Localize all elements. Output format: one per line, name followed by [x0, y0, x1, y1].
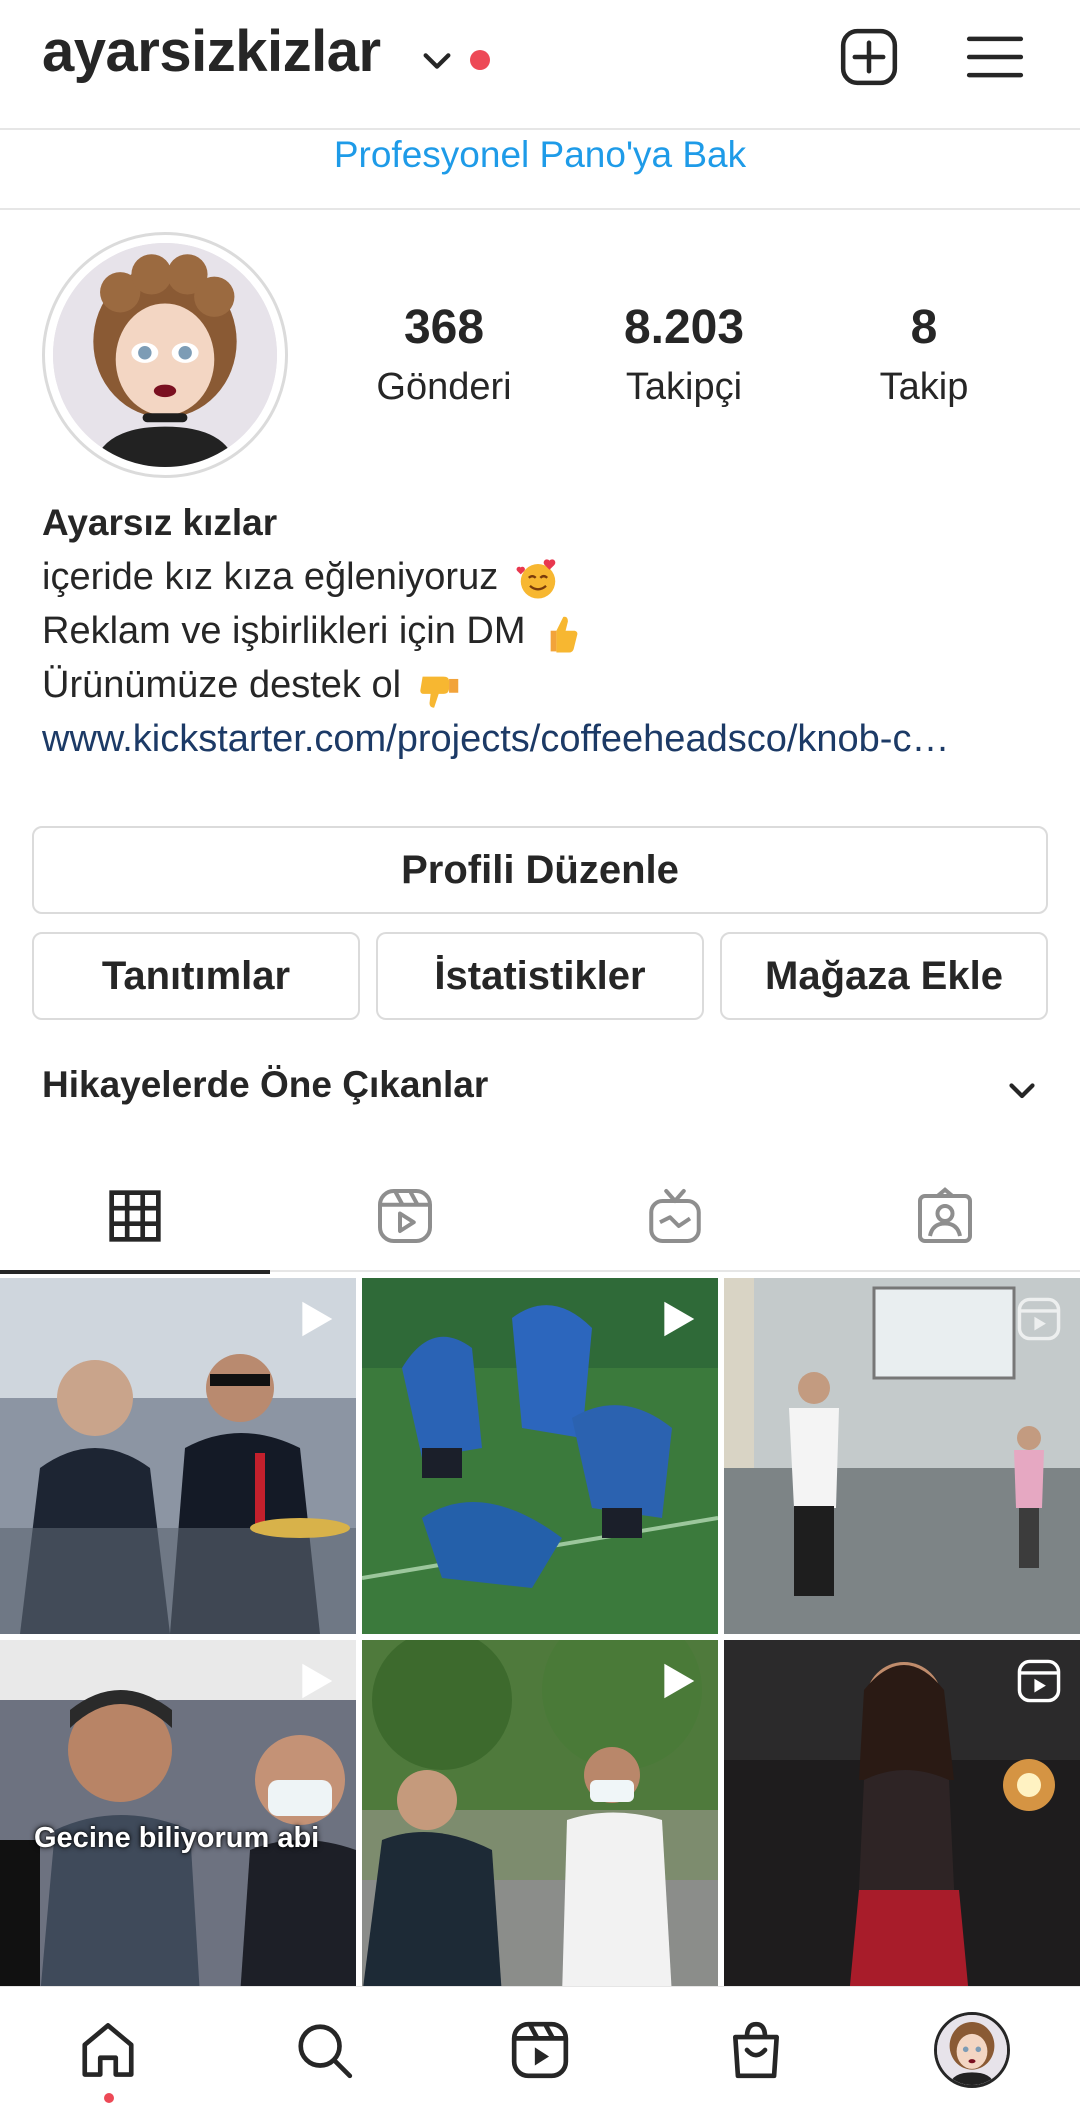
- profile-bio: Ayarsız kızlar içeride kız kıza eğleniyo…: [42, 496, 1042, 766]
- stat-value: 8.203: [623, 301, 745, 354]
- notification-dot: [104, 2093, 114, 2103]
- reels-icon: [1017, 1659, 1061, 1703]
- tab-igtv[interactable]: [540, 1160, 810, 1272]
- video-play-icon: [302, 1301, 333, 1337]
- nav-home[interactable]: [0, 1987, 216, 2112]
- profile-avatar: [53, 243, 277, 467]
- bio-line-text: Ürünümüze destek ol: [42, 664, 402, 706]
- promotions-button[interactable]: Tanıtımlar: [32, 932, 360, 1020]
- professional-dashboard-link[interactable]: Profesyonel Pano'ya Bak: [334, 134, 746, 176]
- story-highlights-title[interactable]: Hikayelerde Öne Çıkanlar: [42, 1064, 488, 1106]
- bottom-navigation: [0, 1986, 1080, 2112]
- post-thumbnail[interactable]: [724, 1278, 1080, 1634]
- bio-line: Ürünümüze destek ol: [42, 658, 1042, 712]
- stat-label: Takip: [879, 366, 969, 408]
- chevron-down-icon[interactable]: [420, 44, 454, 78]
- nav-profile[interactable]: [864, 1987, 1080, 2112]
- reels-icon: [378, 1189, 432, 1243]
- grid-icon: [109, 1190, 161, 1242]
- new-post-icon[interactable]: [838, 26, 900, 88]
- post-thumbnail[interactable]: [724, 1640, 1080, 1996]
- home-icon: [82, 2023, 134, 2077]
- tab-posts-grid[interactable]: [0, 1160, 270, 1274]
- nav-reels[interactable]: [432, 1987, 648, 2112]
- reels-icon: [511, 2021, 569, 2079]
- insights-button[interactable]: İstatistikler: [376, 932, 704, 1020]
- bio-line-text: içeride kız kıza eğleniyoruz: [42, 556, 499, 598]
- igtv-icon: [649, 1189, 701, 1243]
- stat-followers[interactable]: 8.203 Takipçi: [574, 296, 794, 414]
- top-bar: ayarsizkizlar: [0, 0, 1080, 130]
- profile-display-name: Ayarsız kızlar: [42, 502, 278, 543]
- bio-line: içeride kız kıza eğleniyoruz: [42, 550, 1042, 604]
- nav-shop[interactable]: [648, 1987, 864, 2112]
- thumbs-up-icon: [550, 616, 578, 653]
- stat-label: Gönderi: [376, 366, 512, 408]
- account-username[interactable]: ayarsizkizlar: [42, 18, 381, 85]
- search-icon: [298, 2024, 353, 2079]
- bio-line: Reklam ve işbirlikleri için DM: [42, 604, 1042, 658]
- notification-dot: [470, 50, 490, 70]
- stat-value: 8: [910, 301, 938, 354]
- post-thumbnail[interactable]: Gecine biliyorum abi: [0, 1640, 356, 1996]
- stat-posts[interactable]: 368 Gönderi: [334, 296, 554, 414]
- add-shop-button[interactable]: Mağaza Ekle: [720, 932, 1048, 1020]
- chevron-down-icon[interactable]: [1004, 1072, 1040, 1108]
- stat-value: 368: [403, 301, 485, 354]
- video-play-icon: [302, 1663, 333, 1699]
- post-caption-overlay: Gecine biliyorum abi: [34, 1822, 320, 1854]
- profile-avatar-ring[interactable]: [42, 232, 288, 478]
- bio-link[interactable]: www.kickstarter.com/projects/coffeeheads…: [42, 712, 1032, 766]
- pointing-down-icon: [419, 676, 458, 708]
- nav-search[interactable]: [216, 1987, 432, 2112]
- reels-icon: [1017, 1297, 1061, 1341]
- post-thumbnail[interactable]: [362, 1640, 718, 1996]
- tagged-icon: [918, 1187, 972, 1243]
- post-thumbnail[interactable]: [362, 1278, 718, 1634]
- professional-dashboard-bar: Profesyonel Pano'ya Bak: [0, 130, 1080, 210]
- stat-following[interactable]: 8 Takip: [814, 296, 1034, 414]
- tab-tagged[interactable]: [810, 1160, 1080, 1272]
- edit-profile-button[interactable]: Profili Düzenle: [32, 826, 1048, 914]
- tab-reels[interactable]: [270, 1160, 540, 1272]
- bio-line-text: Reklam ve işbirlikleri için DM: [42, 610, 526, 652]
- shop-icon: [733, 2021, 779, 2079]
- video-play-icon: [664, 1663, 695, 1699]
- menu-icon[interactable]: [964, 26, 1026, 88]
- posts-grid: Gecine biliyorum abi: [0, 1278, 1080, 1996]
- smiling-face-hearts-icon: [516, 559, 556, 599]
- post-thumbnail[interactable]: [0, 1278, 356, 1634]
- stat-label: Takipçi: [625, 366, 743, 408]
- video-play-icon: [664, 1301, 695, 1337]
- profile-tabs: [0, 1160, 1080, 1274]
- profile-avatar: [934, 2012, 1010, 2088]
